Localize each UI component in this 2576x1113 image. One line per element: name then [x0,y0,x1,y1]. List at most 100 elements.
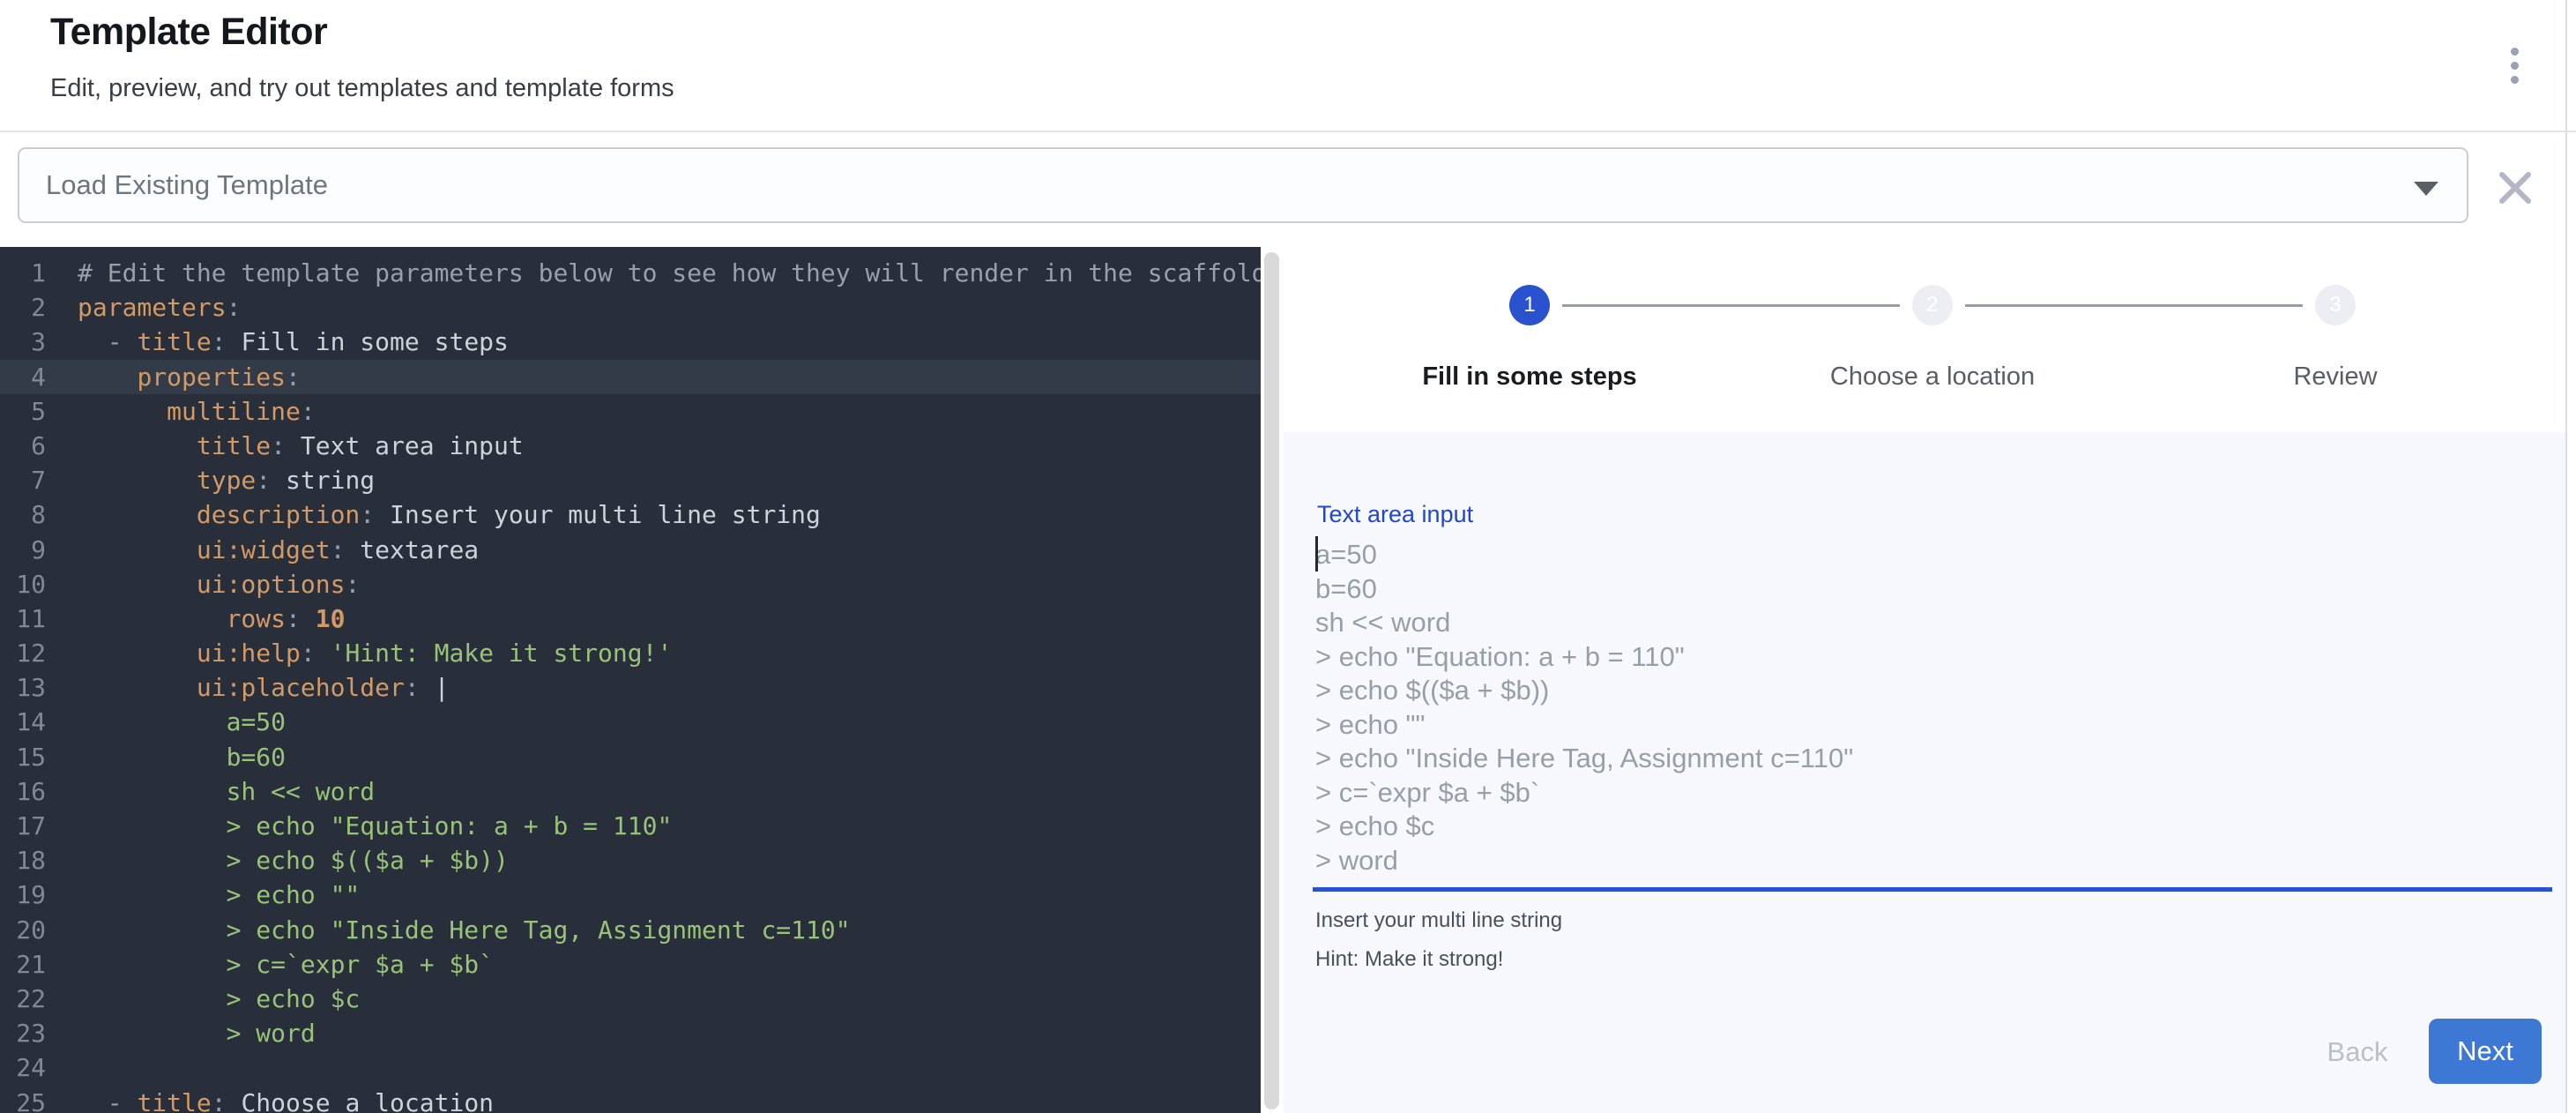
line-code: > echo $c [46,982,360,1016]
line-code: title: Text area input [46,429,524,463]
editor-line[interactable]: 23 > word [0,1016,1261,1050]
line-code: ui:widget: textarea [46,533,479,567]
line-code: ui:options: [46,567,360,601]
line-number: 16 [0,774,46,809]
stepper-step-2-icon[interactable]: 2 [1912,285,1953,325]
editor-line[interactable]: 20 > echo "Inside Here Tag, Assignment c… [0,913,1261,947]
editor-line[interactable]: 24 [0,1050,1261,1085]
line-number: 25 [0,1086,46,1113]
line-code: - title: Fill in some steps [46,325,509,359]
line-code: description: Insert your multi line stri… [46,497,821,532]
editor-line[interactable]: 4 properties: [0,360,1261,394]
line-code: ui:help: 'Hint: Make it strong!' [46,636,672,670]
load-template-select[interactable]: Load Existing Template [18,147,2468,223]
multiline-textarea-input[interactable] [1315,538,2553,884]
line-code: > echo "Inside Here Tag, Assignment c=11… [46,913,851,947]
editor-line[interactable]: 6 title: Text area input [0,429,1261,463]
line-number: 12 [0,636,46,670]
line-number: 4 [0,360,46,394]
line-number: 8 [0,497,46,532]
editor-line[interactable]: 16 sh << word [0,774,1261,809]
caret-down-icon[interactable] [2414,182,2438,196]
line-code: ui:placeholder: | [46,670,449,705]
stepper-label-choose-a-location: Choose a location [1747,362,2118,392]
kebab-menu-icon[interactable] [2495,37,2534,93]
line-number: 22 [0,982,46,1016]
editor-line[interactable]: 22 > echo $c [0,982,1261,1016]
line-number: 10 [0,567,46,601]
editor-line[interactable]: 2parameters: [0,290,1261,325]
line-code: properties: [46,360,301,394]
editor-line[interactable]: 9 ui:widget: textarea [0,533,1261,567]
editor-line[interactable]: 14 a=50 [0,705,1261,739]
editor-line[interactable]: 10 ui:options: [0,567,1261,601]
page-title: Template Editor [50,11,327,54]
stepper-connector [1562,304,1900,307]
back-button[interactable]: Back [2296,1021,2419,1083]
next-button[interactable]: Next [2429,1019,2542,1084]
editor-line[interactable]: 18 > echo $(($a + $b)) [0,843,1261,878]
stepper-step-1-icon[interactable]: 1 [1509,285,1550,325]
step-number: 2 [1926,293,1938,317]
step-number: 3 [2329,293,2341,317]
line-number: 15 [0,740,46,774]
stepper-label-fill-in-some-steps: Fill in some steps [1344,362,1715,392]
line-code: sh << word [46,774,375,809]
field-help-text: Hint: Make it strong! [1315,947,1503,972]
editor-line[interactable]: 21 > c=`expr $a + $b` [0,947,1261,982]
step-form: Text area input Insert your multi line s… [1284,432,2565,1113]
line-number: 3 [0,325,46,359]
line-number: 2 [0,290,46,325]
stepper-label-review: Review [2150,362,2520,392]
line-number: 14 [0,705,46,739]
line-number: 9 [0,533,46,567]
stepper-step-3-icon[interactable]: 3 [2315,285,2356,325]
editor-line[interactable]: 1# Edit the template parameters below to… [0,256,1261,290]
container-right-border [2565,0,2567,1113]
editor-line[interactable]: 25 - title: Choose a location [0,1086,1261,1113]
editor-line[interactable]: 17 > echo "Equation: a + b = 110" [0,809,1261,843]
line-code: a=50 [46,705,286,739]
line-number: 11 [0,601,46,636]
textarea-focus-underline [1313,887,2552,892]
line-number: 21 [0,947,46,982]
editor-line[interactable]: 8 description: Insert your multi line st… [0,497,1261,532]
line-number: 6 [0,429,46,463]
line-code: rows: 10 [46,601,345,636]
editor-line[interactable]: 19 > echo "" [0,878,1261,912]
clear-selection-button[interactable] [2493,166,2537,210]
line-code: > word [46,1016,316,1050]
editor-line[interactable]: 5 multiline: [0,394,1261,429]
line-code: > echo $(($a + $b)) [46,843,509,878]
editor-line[interactable]: 3 - title: Fill in some steps [0,325,1261,359]
line-number: 5 [0,394,46,429]
line-number: 17 [0,809,46,843]
yaml-code-editor[interactable]: 1# Edit the template parameters below to… [0,247,1261,1113]
editor-line[interactable]: 12 ui:help: 'Hint: Make it strong!' [0,636,1261,670]
editor-line[interactable]: 13 ui:placeholder: | [0,670,1261,705]
page-header: Template Editor Edit, preview, and try o… [0,0,2576,132]
line-code: b=60 [46,740,286,774]
step-number: 1 [1523,293,1535,317]
page-subtitle: Edit, preview, and try out templates and… [50,74,674,103]
text-cursor [1315,536,1318,571]
line-code: > echo "" [46,878,360,912]
editor-lines: 1# Edit the template parameters below to… [0,256,1261,1113]
textarea-field-label: Text area input [1317,501,1473,528]
line-number: 19 [0,878,46,912]
line-code [46,1050,78,1085]
line-number: 1 [0,256,46,290]
editor-line[interactable]: 15 b=60 [0,740,1261,774]
line-code: > echo "Equation: a + b = 110" [46,809,672,843]
template-picker-bar: Load Existing Template [0,132,2576,247]
editor-scrollbar-track [1261,247,1284,1113]
line-code: # Edit the template parameters below to … [46,256,1261,290]
editor-scrollbar-thumb[interactable] [1264,252,1279,1109]
editor-line[interactable]: 7 type: string [0,463,1261,497]
line-number: 18 [0,843,46,878]
stepper-connector [1965,304,2303,307]
line-number: 23 [0,1016,46,1050]
load-template-placeholder: Load Existing Template [46,169,328,201]
line-code: - title: Choose a location [46,1086,494,1113]
editor-line[interactable]: 11 rows: 10 [0,601,1261,636]
